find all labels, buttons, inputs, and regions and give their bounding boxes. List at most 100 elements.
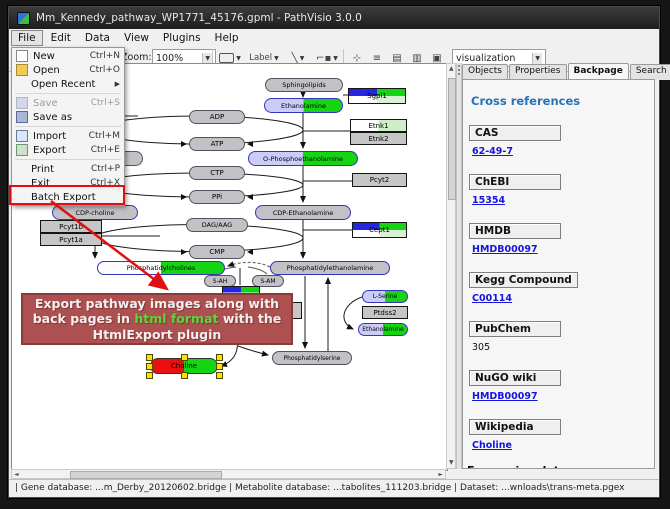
menu-file[interactable]: File xyxy=(11,30,43,46)
node-pcyt1b[interactable]: Pcyt1b xyxy=(40,220,102,233)
export-icon xyxy=(16,144,28,156)
node-ppi[interactable]: PPi xyxy=(189,190,245,204)
node-pcyt1a[interactable]: Pcyt1a xyxy=(40,233,102,246)
tab-search[interactable]: Search xyxy=(630,64,670,80)
vertical-scroll-thumb[interactable] xyxy=(448,78,456,200)
node-ethanolamine-bottom[interactable]: Ethanolamine xyxy=(358,323,408,336)
menu-item-label: Export xyxy=(33,145,87,156)
menu-separator xyxy=(15,126,121,127)
expression-data-heading: Expression data xyxy=(467,464,654,469)
horizontal-scroll-thumb[interactable] xyxy=(70,471,222,479)
node-phosphatidylserine[interactable]: Phosphatidylserine xyxy=(272,351,352,365)
node-adp[interactable]: ADP xyxy=(189,110,245,124)
title-bar[interactable]: Mm_Kennedy_pathway_WP1771_45176.gpml - P… xyxy=(9,7,659,29)
cross-reference-link[interactable]: HMDB00097 xyxy=(472,244,654,255)
tab-properties[interactable]: Properties xyxy=(509,64,566,80)
menu-plugins[interactable]: Plugins xyxy=(157,31,207,45)
cross-reference-link[interactable]: Choline xyxy=(472,440,654,451)
selection-handle[interactable] xyxy=(146,354,153,361)
node-pcyt2[interactable]: Pcyt2 xyxy=(352,173,407,187)
backpage-section-wikipedia: WikipediaCholine xyxy=(469,415,654,451)
selection-handle[interactable] xyxy=(181,372,188,379)
scroll-left-icon[interactable]: ◄ xyxy=(14,471,19,479)
tab-backpage[interactable]: Backpage xyxy=(568,63,629,79)
backpage-section-nugo-wiki: NuGO wiki HMDB00097 xyxy=(469,366,654,402)
node-cdp-ethanolamine[interactable]: CDP-Ethanolamine xyxy=(255,205,351,220)
file-menu-popup: NewCtrl+NOpenCtrl+OOpen Recent▶ Save Ctrl+… xyxy=(11,47,125,206)
chevron-down-icon: ▼ xyxy=(333,55,338,62)
section-header: ChEBI xyxy=(469,174,561,190)
node-cmp[interactable]: CMP xyxy=(189,245,245,259)
zoom-value: 100% xyxy=(156,53,183,64)
menu-separator xyxy=(15,93,121,94)
menu-view[interactable]: View xyxy=(118,31,155,45)
pathvisio-window: Mm_Kennedy_pathway_WP1771_45176.gpml - P… xyxy=(8,6,660,498)
file-menu-item-save[interactable]: Save Ctrl+S xyxy=(12,96,124,110)
canvas-horizontal-scrollbar[interactable]: ◄ ► xyxy=(11,469,446,479)
node-o-phosphoethanolamine[interactable]: O-Phosphoethanolamine xyxy=(248,151,358,166)
menu-item-shortcut: Ctrl+S xyxy=(91,98,120,108)
cross-reference-link[interactable]: C00114 xyxy=(472,293,654,304)
node-cdp-choline[interactable]: CDP-choline xyxy=(52,205,138,220)
status-bar: | Gene database: ...m_Derby_20120602.bri… xyxy=(9,479,659,495)
file-menu-item-open[interactable]: OpenCtrl+O xyxy=(12,63,124,77)
section-header: NuGO wiki xyxy=(469,370,561,386)
stack-vertical-icon: ▤ xyxy=(392,53,401,64)
selection-handle[interactable] xyxy=(216,363,223,370)
chevron-down-icon: ▼ xyxy=(274,55,279,62)
cross-reference-link[interactable]: 15354 xyxy=(472,195,654,206)
canvas-vertical-scrollbar[interactable]: ▲ ▼ xyxy=(446,63,456,469)
tab-objects[interactable]: Objects xyxy=(462,64,508,80)
selection-handle[interactable] xyxy=(146,372,153,379)
node-etnk1[interactable]: Etnk1 xyxy=(350,119,407,132)
screenshot-background: Mm_Kennedy_pathway_WP1771_45176.gpml - P… xyxy=(0,0,670,509)
menu-edit[interactable]: Edit xyxy=(45,31,77,45)
new-icon xyxy=(16,50,28,62)
file-menu-item-export[interactable]: ExportCtrl+E xyxy=(12,143,124,157)
node-phosphatidylethanolamine[interactable]: Phosphatidylethanolamine xyxy=(270,261,390,275)
scroll-up-icon[interactable]: ▲ xyxy=(449,65,454,73)
backpage-panel: Cross references CAS62-49-7ChEBI15354HMD… xyxy=(462,79,655,469)
file-menu-item-save-as[interactable]: Save as xyxy=(12,110,124,124)
file-menu-item-open-recent[interactable]: Open Recent▶ xyxy=(12,77,124,91)
line-icon: ╲ xyxy=(292,53,298,64)
node-dag[interactable]: DAG/AAG xyxy=(186,218,248,232)
backpage-section-hmdb: HMDB HMDB00097 xyxy=(469,219,654,255)
node-sgpl1[interactable]: Sgpl1 xyxy=(348,88,406,104)
menu-data[interactable]: Data xyxy=(79,31,116,45)
node-sphingolipids[interactable]: Sphingolipids xyxy=(265,78,343,92)
connector-icon: ⌐▪ xyxy=(316,53,331,64)
file-menu-item-new[interactable]: NewCtrl+N xyxy=(12,49,124,63)
cross-reference-link[interactable]: 62-49-7 xyxy=(472,146,654,157)
node-l-serine[interactable]: L-Serine xyxy=(362,290,408,303)
import-icon xyxy=(16,130,28,142)
stack-horizontal-icon: ▥ xyxy=(412,53,421,64)
menu-item-label: Import xyxy=(33,131,85,142)
callout-highlight-text: html format xyxy=(134,311,218,326)
selection-handle[interactable] xyxy=(216,354,223,361)
node-ptdss2[interactable]: Ptdss2 xyxy=(362,306,408,319)
file-menu-item-import[interactable]: Import Ctrl+M xyxy=(12,129,124,143)
node-atp[interactable]: ATP xyxy=(189,137,245,151)
cross-reference-link[interactable]: HMDB00097 xyxy=(472,391,654,402)
node-ethanolamine-top[interactable]: Ethanolamine xyxy=(264,98,343,113)
submenu-arrow-icon: ▶ xyxy=(115,80,120,88)
menu-item-label: Save xyxy=(33,98,87,109)
node-etnk2[interactable]: Etnk2 xyxy=(350,132,407,145)
node-phosphatidylcholines[interactable]: Phosphatidylcholines xyxy=(97,261,225,275)
node-ctp[interactable]: CTP xyxy=(189,166,245,180)
selection-handle[interactable] xyxy=(181,354,188,361)
chevron-down-icon: ▼ xyxy=(532,53,542,64)
blank-icon xyxy=(16,79,26,89)
window-title: Mm_Kennedy_pathway_WP1771_45176.gpml - P… xyxy=(36,12,362,24)
selection-handle[interactable] xyxy=(146,363,153,370)
selection-handle[interactable] xyxy=(216,372,223,379)
section-header: HMDB xyxy=(469,223,561,239)
scroll-right-icon[interactable]: ► xyxy=(438,471,443,479)
menu-item-shortcut: Ctrl+M xyxy=(89,131,120,141)
menu-help[interactable]: Help xyxy=(209,31,245,45)
menu-item-label: Print xyxy=(31,164,87,175)
node-cept1[interactable]: Cept1 xyxy=(352,222,407,238)
scroll-down-icon[interactable]: ▼ xyxy=(449,459,454,467)
file-menu-item-print[interactable]: PrintCtrl+P xyxy=(12,162,124,176)
